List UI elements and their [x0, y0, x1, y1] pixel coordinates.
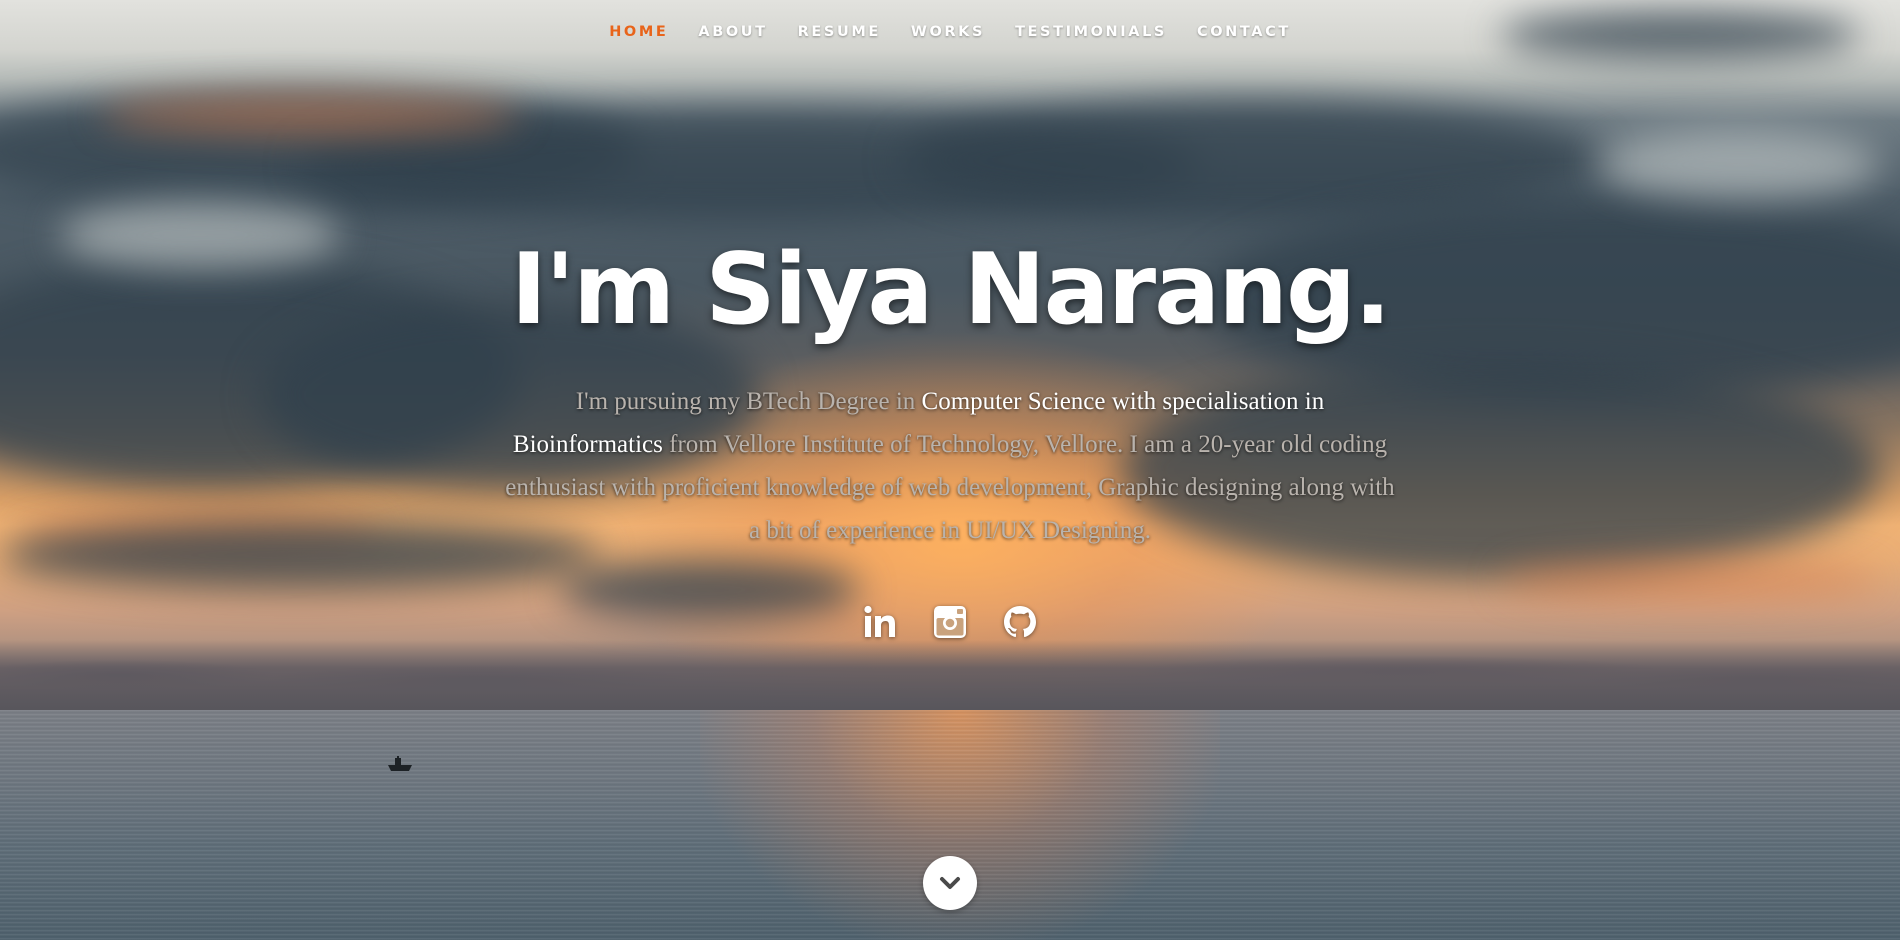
- nav-item-about[interactable]: ABOUT: [698, 24, 767, 40]
- hero-title: I'm Siya Narang.: [510, 233, 1392, 347]
- nav-item-resume[interactable]: RESUME: [798, 24, 881, 40]
- nav-item-testimonials[interactable]: TESTIMONIALS: [1015, 24, 1167, 40]
- cloud: [1500, 560, 1880, 600]
- social-links: [0, 604, 1900, 640]
- description-text: I'm pursuing my BTech Degree in: [575, 388, 922, 415]
- github-link[interactable]: [1002, 604, 1038, 640]
- main-nav: HOME ABOUT RESUME WORKS TESTIMONIALS CON…: [0, 0, 1900, 64]
- boat-silhouette: [388, 756, 412, 771]
- linkedin-link[interactable]: [862, 604, 898, 640]
- chevron-down-icon: [940, 877, 960, 889]
- cloud: [100, 95, 520, 135]
- cloud: [1600, 130, 1880, 200]
- hero-description: I'm pursuing my BTech Degree in Computer…: [500, 380, 1400, 552]
- horizon: [0, 640, 1900, 710]
- nav-item-works[interactable]: WORKS: [911, 24, 985, 40]
- github-icon: [1004, 606, 1036, 638]
- nav-item-contact[interactable]: CONTACT: [1197, 24, 1291, 40]
- scroll-down-button[interactable]: [923, 856, 977, 910]
- instagram-link[interactable]: [932, 604, 968, 640]
- nav-item-home[interactable]: HOME: [609, 24, 668, 40]
- instagram-icon: [934, 606, 966, 638]
- linkedin-icon: [864, 605, 895, 637]
- cloud: [900, 100, 1600, 220]
